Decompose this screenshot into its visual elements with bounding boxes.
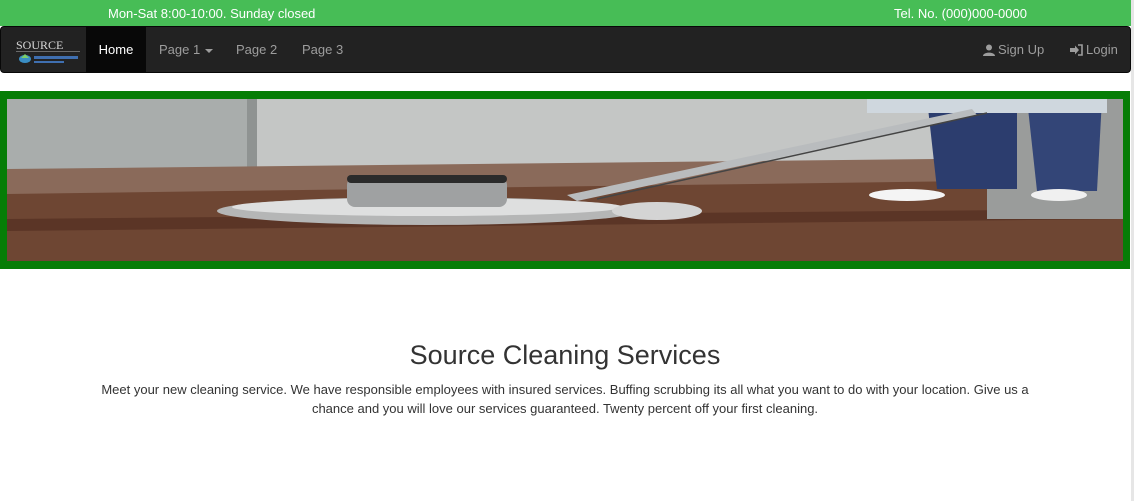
nav-page-3-label: Page 3 [302,42,344,57]
nav-home-label: Home [98,42,134,57]
brand-logo[interactable]: SOURCE [14,37,82,69]
nav-page-2-label: Page 2 [236,42,278,57]
login-link[interactable]: Login [1070,27,1118,72]
signup-link[interactable]: Sign Up [983,27,1044,72]
business-hours: Mon-Sat 8:00-10:00. Sunday closed [108,6,316,21]
nav-page-3[interactable]: Page 3 [302,27,343,72]
nav-home[interactable]: Home [86,27,146,72]
top-info-bar: Mon-Sat 8:00-10:00. Sunday closed Tel. N… [0,0,1134,26]
signup-label: Sign Up [998,42,1045,57]
nav-page-1-dropdown[interactable]: Page 1 [159,27,214,72]
svg-text:SOURCE: SOURCE [16,38,63,52]
login-label: Login [1086,42,1118,57]
page-title: Source Cleaning Services [409,340,721,370]
nav-page-2[interactable]: Page 2 [236,27,277,72]
nav-page-1-label: Page 1 [159,42,201,57]
caret-down-icon [205,48,214,53]
main-navbar: SOURCE Home Page 1 Page 2 Page 3 Sign Up… [0,26,1131,73]
user-icon [983,29,995,74]
login-icon [1070,29,1083,74]
phone-number: Tel. No. (000)000-0000 [894,6,1027,21]
hero-banner [0,91,1130,269]
hero-image [7,99,1123,261]
page-description: Meet your new cleaning service. We have … [101,382,1029,416]
